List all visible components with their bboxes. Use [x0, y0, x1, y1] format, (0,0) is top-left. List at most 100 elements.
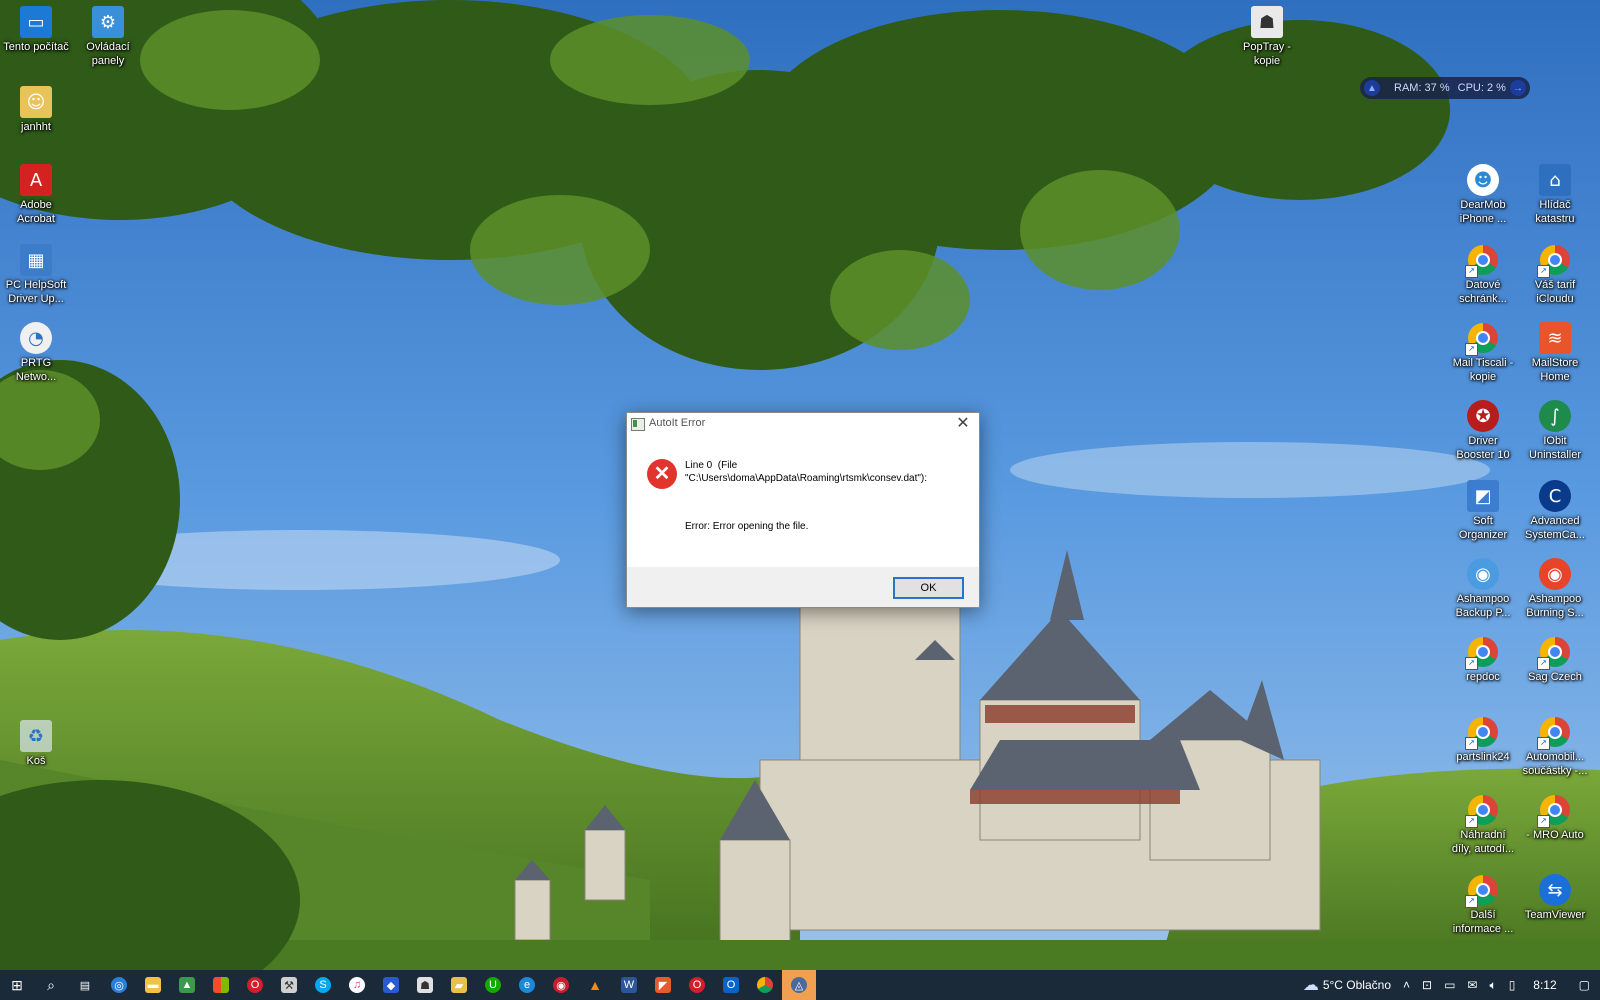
taskbar-store[interactable]: [204, 970, 238, 1000]
autoit-app-icon: [631, 418, 645, 431]
chrome-icon: ↗: [1465, 636, 1499, 670]
desktop-icon-partslink24[interactable]: ↗ partslink24: [1447, 716, 1519, 764]
desktop-icon-label: Soft Organizer: [1458, 515, 1508, 541]
desktop-icon-poptray[interactable]: ☗ PopTray - kopie: [1231, 6, 1303, 68]
desktop-icon-prtg[interactable]: ◔ PRTG Netwo...: [0, 322, 72, 384]
taskbar-outlook[interactable]: O: [714, 970, 748, 1000]
file-folder-icon: ▰: [451, 977, 467, 993]
hlidac-icon: ⌂: [1539, 164, 1571, 196]
ashampoo-backup-icon: ◉: [1467, 558, 1499, 590]
desktop-icon-pc-helpsoft[interactable]: ▦ PC HelpSoft Driver Up...: [0, 244, 72, 306]
desktop-icon-janhht[interactable]: ☺ janhht: [0, 86, 72, 134]
taskbar-chrome[interactable]: [748, 970, 782, 1000]
desktop-icon-soft-organizer[interactable]: ◩ Soft Organizer: [1447, 480, 1519, 542]
weather-widget[interactable]: ☁ 5°C Oblačno: [1297, 970, 1397, 1000]
desktop-icon-repdoc[interactable]: ↗ repdoc: [1447, 636, 1519, 684]
desktop-icon-this-pc[interactable]: ▭ Tento počítač: [0, 6, 72, 54]
taskbar-app[interactable]: ◎: [102, 970, 136, 1000]
chrome-icon: ↗: [1465, 322, 1499, 356]
prtg-icon: ◔: [20, 322, 52, 354]
dialog-titlebar[interactable]: AutoIt Error ✕: [627, 413, 979, 435]
desktop-icon-ashampoo-backup[interactable]: ◉ Ashampoo Backup P...: [1447, 558, 1519, 620]
desktop-icon-driver-booster[interactable]: ✪ Driver Booster 10: [1447, 400, 1519, 462]
desktop-icon-adobe-acrobat[interactable]: A Adobe Acrobat: [0, 164, 72, 226]
taskbar-file-explorer[interactable]: ▬: [136, 970, 170, 1000]
arrow-right-icon[interactable]: →: [1510, 80, 1526, 96]
desktop-icon-label: PC HelpSoft Driver Up...: [5, 279, 67, 305]
taskbar-tool[interactable]: ⚒: [272, 970, 306, 1000]
taskbar-opera[interactable]: O: [680, 970, 714, 1000]
upwork-icon: U: [485, 977, 501, 993]
shortcut-arrow-icon: ↗: [1537, 657, 1550, 670]
taskbar-skype[interactable]: S: [306, 970, 340, 1000]
desktop-icon-recycle-bin[interactable]: ♻ Koš: [0, 720, 72, 768]
shield-app-icon: ◆: [383, 977, 399, 993]
taskbar-shield-app[interactable]: ◆: [374, 970, 408, 1000]
dearmob-icon: ☻: [1467, 164, 1499, 196]
chrome-icon: [757, 977, 773, 993]
ok-button[interactable]: OK: [893, 577, 964, 599]
desktop-icon-label: partslink24: [1456, 751, 1510, 763]
app-icon: ◎: [111, 977, 127, 993]
tray-icon[interactable]: ✉: [1461, 970, 1483, 1000]
desktop-icon-iobit-uninstaller[interactable]: ∫ IObit Uninstaller: [1519, 400, 1591, 462]
desktop-icon-teamviewer[interactable]: ⇆ TeamViewer: [1519, 874, 1591, 922]
system-monitor-widget[interactable]: ▲ RAM: 37 % CPU: 2 % →: [1360, 77, 1530, 99]
desktop-icon-icloud-tarif[interactable]: ↗ Váš tarif iCloudu: [1519, 244, 1591, 306]
desktop-icon-sag-czech[interactable]: ↗ Sag Czech: [1519, 636, 1591, 684]
tray-icon[interactable]: ⊡: [1416, 970, 1438, 1000]
task-view-button[interactable]: ▤: [68, 970, 102, 1000]
desktop-icon-label: Koš: [26, 755, 46, 767]
error-detail: Error: Error opening the file.: [685, 521, 809, 532]
taskbar-opera[interactable]: O: [238, 970, 272, 1000]
chevron-up-icon: ˄: [1403, 978, 1411, 992]
shortcut-arrow-icon: ↗: [1465, 815, 1478, 828]
iobit-icon: ∫: [1539, 400, 1571, 432]
chrome-icon: ↗: [1537, 244, 1571, 278]
desktop-icon-dearmob[interactable]: ☻ DearMob iPhone ...: [1447, 164, 1519, 226]
taskbar-vlc[interactable]: ▲: [578, 970, 612, 1000]
desktop-icon-control-panel[interactable]: ⚙ Ovládací panely: [72, 6, 144, 68]
desktop-icon-mail-tiscali[interactable]: ↗ Mail Tiscali - kopie: [1447, 322, 1519, 384]
desktop-icon-nahradni-dily[interactable]: ↗ Náhradní díly, autodí...: [1447, 794, 1519, 856]
tray-overflow-button[interactable]: ˄: [1397, 970, 1416, 1000]
store-icon: [213, 977, 229, 993]
rocket-icon[interactable]: ▲: [1364, 80, 1380, 96]
chrome-icon: ↗: [1537, 716, 1571, 750]
outlook-icon: O: [723, 977, 739, 993]
taskbar-edge[interactable]: e: [510, 970, 544, 1000]
shortcut-arrow-icon: ↗: [1537, 737, 1550, 750]
close-button[interactable]: ✕: [953, 414, 973, 434]
taskbar-app[interactable]: ☗: [408, 970, 442, 1000]
taskbar-upwork[interactable]: U: [476, 970, 510, 1000]
media-icon: ◉: [553, 977, 569, 993]
taskbar-media[interactable]: ◉: [544, 970, 578, 1000]
desktop-icon-dalsi-informace[interactable]: ↗ Další informace ...: [1447, 874, 1519, 936]
usb-icon: ▯: [1508, 978, 1516, 992]
desktop-icon-mailstore[interactable]: ≋ MailStore Home: [1519, 322, 1591, 384]
error-icon: ✕: [647, 459, 677, 489]
desktop-icon-datove-schranky[interactable]: ↗ Datové schránk...: [1447, 244, 1519, 306]
clock[interactable]: 8:12: [1521, 970, 1568, 1000]
taskbar-active-app[interactable]: ◬: [782, 970, 816, 1000]
desktop-icon-hlidac[interactable]: ⌂ Hlídač katastru: [1519, 164, 1591, 226]
desktop-icon-mro-auto[interactable]: ↗ - MRO Auto: [1519, 794, 1591, 842]
desktop-icon-ashampoo-burning[interactable]: ◉ Ashampoo Burning S...: [1519, 558, 1591, 620]
tray-icon[interactable]: ▭: [1438, 970, 1461, 1000]
autoit-error-dialog: AutoIt Error ✕ ✕ Line 0 (File "C:\Users\…: [626, 412, 980, 608]
tray-icon[interactable]: ▯: [1503, 970, 1522, 1000]
desktop-icon-automobilove-soucastky[interactable]: ↗ Automobil... součástky -...: [1519, 716, 1591, 778]
search-button[interactable]: ⌕: [34, 970, 68, 1000]
tray-icon[interactable]: 🔈︎: [1483, 970, 1502, 1000]
desktop-icon-advanced-systemcare[interactable]: C Advanced SystemCa...: [1519, 480, 1591, 542]
start-button[interactable]: ⊞: [0, 970, 34, 1000]
taskbar-photos[interactable]: ▲: [170, 970, 204, 1000]
app-icon: ◬: [791, 977, 807, 993]
error-message-line2: "C:\Users\doma\AppData\Roaming\rtsmk\con…: [685, 473, 928, 484]
taskbar-folder[interactable]: ▰: [442, 970, 476, 1000]
taskbar-word[interactable]: W: [612, 970, 646, 1000]
taskbar-itunes[interactable]: ♫: [340, 970, 374, 1000]
notification-button[interactable]: ▢: [1569, 970, 1600, 1000]
recycle-bin-icon: ♻: [20, 720, 52, 752]
taskbar-app[interactable]: ◤: [646, 970, 680, 1000]
